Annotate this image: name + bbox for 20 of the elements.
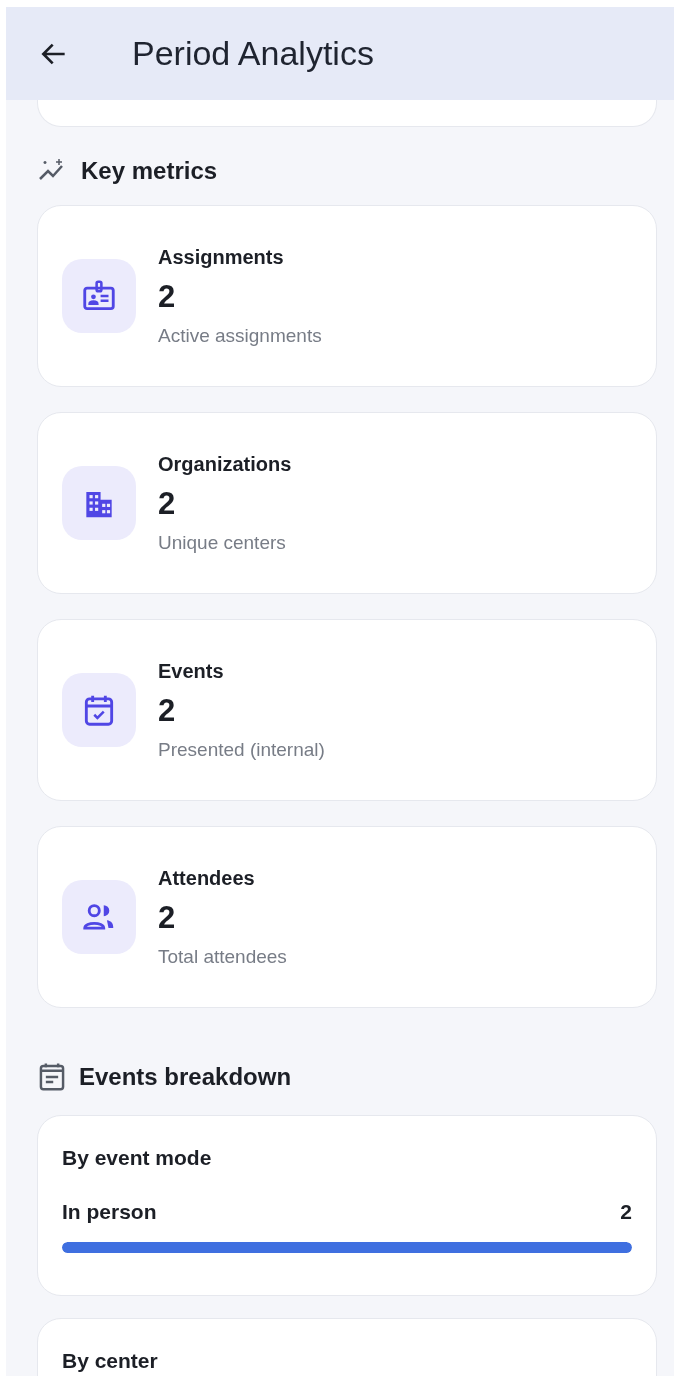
metric-value: 2 — [158, 692, 176, 729]
metric-caption: Unique centers — [158, 531, 286, 554]
metric-title: Assignments — [158, 245, 284, 269]
metric-title: Organizations — [158, 452, 292, 476]
card-title: By center — [62, 1349, 158, 1373]
metric-title: Attendees — [158, 866, 255, 890]
row-count: 2 — [620, 1200, 632, 1224]
metric-value: 2 — [158, 899, 176, 936]
metric-value: 2 — [158, 278, 176, 315]
metric-value: 2 — [158, 485, 176, 522]
notes-icon — [37, 1061, 67, 1093]
card-title: By event mode — [62, 1146, 212, 1170]
section-heading: Events breakdown — [79, 1063, 292, 1091]
metric-caption: Total attendees — [158, 945, 287, 968]
section-heading: Key metrics — [81, 157, 218, 185]
metric-caption: Active assignments — [158, 324, 322, 347]
metric-title: Events — [158, 659, 224, 683]
metric-caption: Presented (internal) — [158, 738, 325, 761]
page-title: Period Analytics — [132, 34, 374, 73]
row-label: In person — [62, 1200, 157, 1224]
